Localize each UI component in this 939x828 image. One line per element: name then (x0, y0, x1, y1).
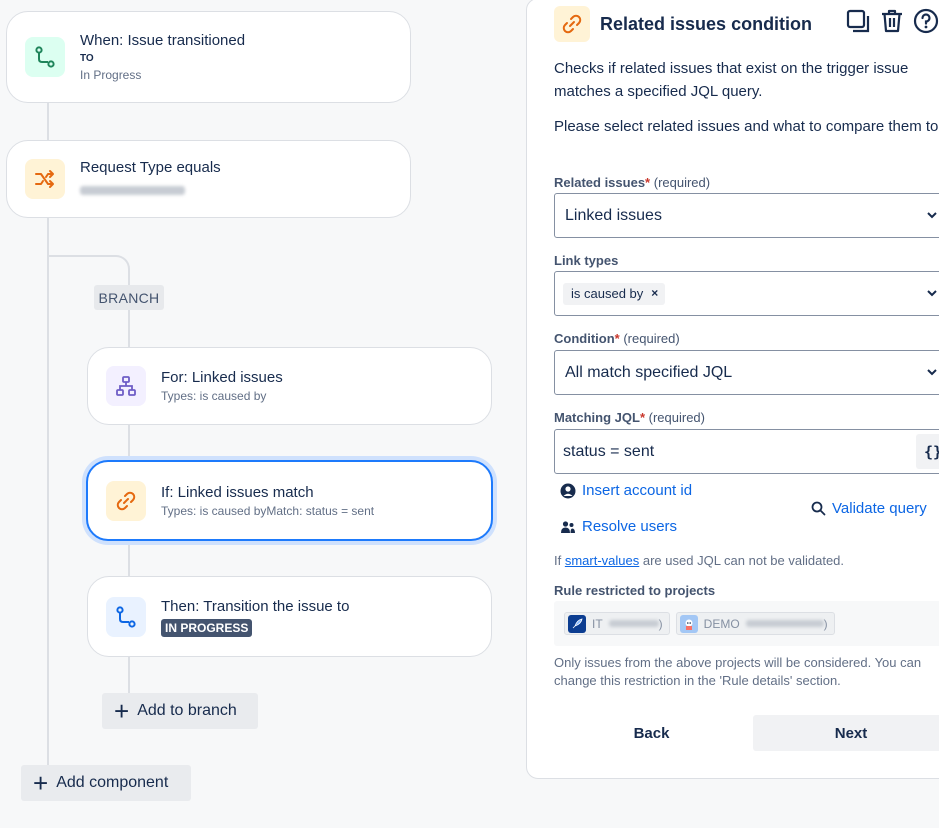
branch-connector-curve (48, 255, 130, 285)
restriction-note: Only issues from the above projects will… (554, 655, 922, 688)
branch-if-subtitle: Types: is caused byMatch: status = sent (161, 503, 375, 518)
chip-remove-icon[interactable]: × (651, 286, 658, 300)
trigger-to-label: TO (80, 53, 94, 64)
matching-jql-label: Matching JQL* (required) (554, 410, 705, 425)
related-issues-label: Related issues* (required) (554, 175, 711, 190)
branch-connector (128, 655, 130, 695)
branch-for-title: For: Linked issues (161, 369, 283, 386)
condition-value: All match specified JQL (565, 363, 733, 381)
project-chip-demo: DEMO ) (675, 612, 835, 635)
add-to-branch-label: Add to branch (137, 702, 237, 719)
link-types-select[interactable]: is caused by × (554, 271, 939, 316)
link-icon (554, 6, 590, 42)
condition-title: Request Type equals (80, 159, 221, 176)
trigger-title: When: Issue transitioned (80, 32, 246, 49)
panel-actions (845, 8, 939, 39)
branch-label: BRANCH (94, 285, 164, 310)
insert-account-id-label: Insert account id (582, 482, 693, 499)
related-issues-value: Linked issues (565, 206, 662, 224)
branch-connector (128, 538, 130, 578)
back-button[interactable]: Back (554, 715, 749, 751)
branch-if-card[interactable]: If: Linked issues match Types: is caused… (86, 460, 493, 541)
restricted-projects-label: Rule restricted to projects (554, 583, 716, 598)
component-config-panel: Related issues condition Checks if relat… (526, 0, 939, 779)
trash-icon[interactable] (879, 8, 905, 39)
plus-icon: + (114, 696, 130, 726)
resolve-users-link[interactable]: Resolve users (560, 518, 677, 535)
condition-select[interactable]: All match specified JQL (554, 350, 939, 395)
chevron-down-icon (927, 369, 937, 376)
branch-then-title: Then: Transition the issue to (161, 597, 350, 615)
chevron-down-icon (927, 290, 937, 297)
validate-query-label: Validate query (832, 500, 927, 517)
chevron-down-icon (927, 212, 937, 219)
condition-value-redacted (80, 182, 221, 200)
branch-connector (128, 310, 130, 350)
condition-card[interactable]: Request Type equals (6, 140, 411, 218)
branch-then-card[interactable]: Then: Transition the issue to IN PROGRES… (87, 576, 492, 657)
panel-description: Checks if related issues that exist on t… (554, 60, 909, 100)
status-lozenge: IN PROGRESS (161, 618, 253, 637)
condition-label: Condition* (required) (554, 331, 680, 346)
related-issues-select[interactable]: Linked issues (554, 193, 939, 238)
help-icon[interactable] (913, 8, 939, 39)
robot-icon (679, 614, 698, 633)
panel-title: Related issues condition (600, 13, 813, 34)
insert-account-id-link[interactable]: Insert account id (560, 482, 692, 499)
link-type-chip: is caused by × (563, 282, 666, 305)
smart-values-note: If smart-values are used JQL can not be … (554, 553, 845, 568)
branch-connector (128, 423, 130, 463)
link-types-label: Link types (554, 253, 619, 268)
rule-connector-main (47, 100, 49, 142)
user-icon (560, 483, 576, 498)
matching-jql-input[interactable]: status = sent {} (554, 429, 939, 474)
branch-for-card[interactable]: For: Linked issues Types: is caused by (87, 347, 492, 425)
restricted-projects-box: IT ) DEMO ) (554, 601, 939, 646)
add-to-branch-button[interactable]: + Add to branch (102, 693, 258, 729)
project-chip-it: IT ) (564, 612, 670, 635)
transition-icon (106, 596, 146, 637)
users-icon (561, 520, 575, 533)
branch-for-subtitle: Types: is caused by (161, 389, 267, 403)
validate-query-link[interactable]: Validate query (811, 500, 927, 517)
trigger-to-value: In Progress (80, 68, 142, 82)
shuffle-icon (25, 159, 65, 199)
rule-connector-main (47, 216, 49, 771)
smart-values-link[interactable]: smart-values (565, 553, 639, 568)
search-icon (811, 501, 826, 516)
trigger-card[interactable]: When: Issue transitioned TO In Progress (6, 11, 411, 103)
smart-value-button[interactable]: {} (916, 434, 939, 469)
resolve-users-label: Resolve users (582, 518, 678, 535)
link-type-chip-label: is caused by (571, 285, 644, 301)
add-component-label: Add component (56, 774, 169, 791)
rocket-icon (568, 614, 586, 633)
copy-icon[interactable] (845, 8, 871, 39)
link-icon (106, 480, 146, 521)
next-button[interactable]: Next (753, 715, 939, 751)
add-component-button[interactable]: + Add component (21, 765, 191, 801)
panel-instruction: Please select related issues and what to… (554, 118, 939, 135)
plus-icon: + (33, 768, 49, 798)
hierarchy-icon (106, 366, 146, 406)
branch-if-title: If: Linked issues match (161, 483, 314, 501)
transition-icon (25, 37, 65, 77)
matching-jql-value: status = sent (563, 442, 655, 460)
